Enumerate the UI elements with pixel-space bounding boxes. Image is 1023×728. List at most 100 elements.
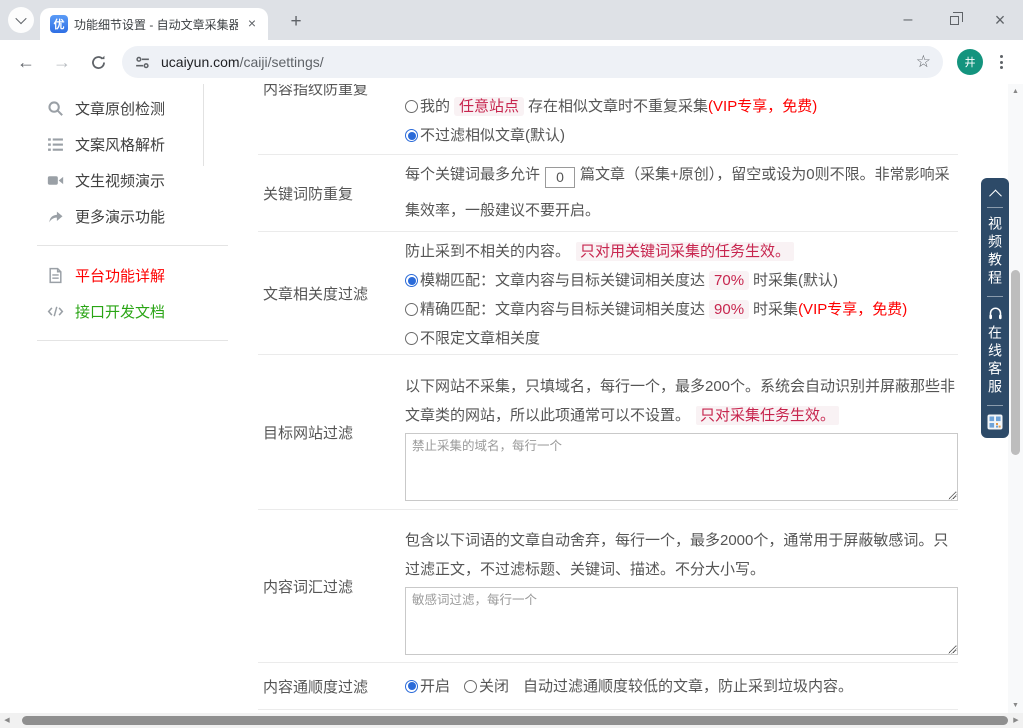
sidebar-item-label: 平台功能详解 <box>75 265 165 286</box>
headset-icon <box>987 305 1004 321</box>
radio-checked[interactable] <box>405 680 418 693</box>
setting-row-site-blocklist: 目标网站过滤 以下网站不采集，只填域名，每行一个，最多200个。系统会自动识别并… <box>258 355 958 510</box>
new-tab-button[interactable]: + <box>282 8 310 36</box>
site-favicon: 优 <box>50 15 68 33</box>
percent-badge: 70% <box>709 271 749 290</box>
video-camera-icon <box>47 172 64 189</box>
browser-tab-strip: 优 功能细节设置 - 自动文章采集器 × + – × <box>0 0 1023 40</box>
horizontal-scrollbar[interactable]: ◀ ▶ <box>0 713 1023 728</box>
setting-label: 内容词汇过滤 <box>258 576 405 597</box>
reload-button[interactable] <box>84 48 112 76</box>
sidebar-item-label: 接口开发文档 <box>75 301 165 322</box>
sensitive-words-textarea[interactable] <box>405 587 958 655</box>
option-text: 不过滤相似文章(默认) <box>420 127 565 144</box>
back-button[interactable]: ← <box>12 48 40 76</box>
scroll-right-arrow[interactable]: ▶ <box>1009 713 1023 728</box>
radio-option-my-sites[interactable]: 我的任意站点存在相似文章时不重复采集(VIP专享，免费) <box>405 92 958 121</box>
address-bar[interactable]: ucaiyun.com/caiji/settings/ ☆ <box>122 46 943 78</box>
option-text: 不限定文章相关度 <box>420 330 540 347</box>
radio-unchecked[interactable] <box>405 100 418 113</box>
numbered-list-icon <box>47 136 64 153</box>
collapse-up-icon[interactable] <box>989 190 1002 203</box>
settings-form: 内容指纹防重复 我的任意站点存在相似文章时不重复采集(VIP专享，免费) 不过滤… <box>258 84 958 710</box>
radio-option-fluency-on[interactable]: 开启 <box>405 672 450 701</box>
browser-tab-active[interactable]: 优 功能细节设置 - 自动文章采集器 × <box>40 8 268 40</box>
radio-option-no-filter[interactable]: 不过滤相似文章(默认) <box>405 121 958 150</box>
video-tutorial-button[interactable]: 视频教程 <box>988 216 1002 288</box>
scroll-left-arrow[interactable]: ◀ <box>0 713 14 728</box>
floating-help-panel: 视频教程 在线客服 <box>981 178 1009 438</box>
radio-unchecked[interactable] <box>405 332 418 345</box>
radio-option-exact-match[interactable]: 精确匹配：文章内容与目标关键词相关度达90%时采集(VIP专享，免费) <box>405 295 958 324</box>
setting-row-word-filter: 内容词汇过滤 包含以下词语的文章自动舍弃，每行一个，最多2000个，通常用于屏蔽… <box>258 510 958 663</box>
site-settings-icon[interactable] <box>134 54 151 71</box>
option-text: 存在相似文章时不重复采集 <box>528 98 708 115</box>
blocked-domains-textarea[interactable] <box>405 433 958 501</box>
window-close-button[interactable]: × <box>977 0 1023 40</box>
percent-badge: 90% <box>709 300 749 319</box>
tab-search-button[interactable] <box>8 7 34 33</box>
online-service-button[interactable]: 在线客服 <box>988 325 1002 397</box>
scroll-down-arrow[interactable]: ▼ <box>1008 702 1023 709</box>
search-icon <box>47 100 64 117</box>
chevron-down-icon <box>15 13 26 24</box>
setting-label: 内容通顺度过滤 <box>258 676 405 697</box>
option-text: 精确匹配：文章内容与目标关键词相关度达 <box>420 301 705 318</box>
sidebar-item-style-analysis[interactable]: 文案风格解析 <box>0 126 228 162</box>
bookmark-star-icon[interactable]: ☆ <box>916 52 931 72</box>
profile-avatar[interactable]: 井 <box>957 49 983 75</box>
window-controls: – × <box>885 0 1023 40</box>
window-minimize-button[interactable]: – <box>885 0 931 40</box>
option-text: 开启 <box>420 678 450 695</box>
sidebar-item-platform-features[interactable]: 平台功能详解 <box>0 257 228 293</box>
collect-task-note: 只对采集任务生效。 <box>696 406 839 425</box>
page-content: 文章原创检测 文案风格解析 文生视频演示 更多演示功能 <box>0 84 1023 728</box>
radio-option-fluency-off[interactable]: 关闭 <box>464 672 509 701</box>
setting-label: 内容指纹防重复 <box>258 84 405 154</box>
vertical-scroll-thumb[interactable] <box>1011 270 1020 455</box>
setting-label: 目标网站过滤 <box>258 422 405 443</box>
browser-menu-button[interactable] <box>991 55 1011 69</box>
sidebar-item-label: 文案风格解析 <box>75 134 165 155</box>
sidebar-item-text-to-video[interactable]: 文生视频演示 <box>0 162 228 198</box>
window-restore-button[interactable] <box>931 0 977 40</box>
radio-checked[interactable] <box>405 129 418 142</box>
option-text: 模糊匹配：文章内容与目标关键词相关度达 <box>420 272 705 289</box>
qr-code-icon[interactable] <box>987 414 1003 430</box>
radio-unchecked[interactable] <box>464 680 477 693</box>
panel-divider <box>987 405 1003 406</box>
reload-icon <box>90 54 107 71</box>
setting-label: 文章相关度过滤 <box>258 283 405 304</box>
document-icon <box>47 267 64 284</box>
radio-unchecked[interactable] <box>405 303 418 316</box>
setting-row-keyword-dedup: 关键词防重复 每个关键词最多允许篇文章（采集+原创），留空或设为0则不限。非常影… <box>258 155 958 232</box>
word-filter-desc: 包含以下词语的文章自动舍弃，每行一个，最多2000个，通常用于屏蔽敏感词。只过滤… <box>405 526 958 584</box>
setting-row-relevance-filter: 文章相关度过滤 防止采到不相关的内容。只对用关键词采集的任务生效。 模糊匹配：文… <box>258 232 958 355</box>
forward-button[interactable]: → <box>48 48 76 76</box>
scroll-up-arrow[interactable]: ▲ <box>1008 88 1023 95</box>
setting-row-fluency-filter: 内容通顺度过滤 开启 关闭 自动过滤通顺度较低的文章，防止采到垃圾内容。 <box>258 663 958 710</box>
url-text[interactable]: ucaiyun.com/caiji/settings/ <box>161 54 916 70</box>
vertical-scrollbar[interactable]: ▲ ▼ <box>1008 84 1023 713</box>
option-text: 时采集 <box>753 301 798 318</box>
sidebar-item-label: 文生视频演示 <box>75 170 165 191</box>
sidebar-item-more-demos[interactable]: 更多演示功能 <box>0 198 228 234</box>
browser-toolbar: ← → ucaiyun.com/caiji/settings/ ☆ 井 <box>0 40 1023 84</box>
sidebar: 文章原创检测 文案风格解析 文生视频演示 更多演示功能 <box>0 84 228 352</box>
code-icon <box>47 303 64 320</box>
max-articles-input[interactable] <box>545 167 575 188</box>
radio-option-no-limit[interactable]: 不限定文章相关度 <box>405 324 958 353</box>
option-text: 时采集(默认) <box>753 272 838 289</box>
tab-close-button[interactable]: × <box>244 16 260 32</box>
option-text: 我的 <box>420 98 450 115</box>
url-domain: ucaiyun.com <box>161 54 240 70</box>
radio-option-fuzzy-match[interactable]: 模糊匹配：文章内容与目标关键词相关度达70%时采集(默认) <box>405 266 958 295</box>
radio-checked[interactable] <box>405 274 418 287</box>
setting-label: 关键词防重复 <box>258 183 405 204</box>
site-blocklist-desc: 以下网站不采集，只填域名，每行一个，最多200个。系统会自动识别并屏蔽那些非文章… <box>405 372 958 430</box>
horizontal-scroll-thumb[interactable] <box>22 716 1008 725</box>
sidebar-item-api-docs[interactable]: 接口开发文档 <box>0 293 228 329</box>
sidebar-item-originality-check[interactable]: 文章原创检测 <box>0 90 228 126</box>
vip-label: (VIP专享，免费) <box>708 98 817 115</box>
desc-text: 每个关键词最多允许 <box>405 166 540 183</box>
